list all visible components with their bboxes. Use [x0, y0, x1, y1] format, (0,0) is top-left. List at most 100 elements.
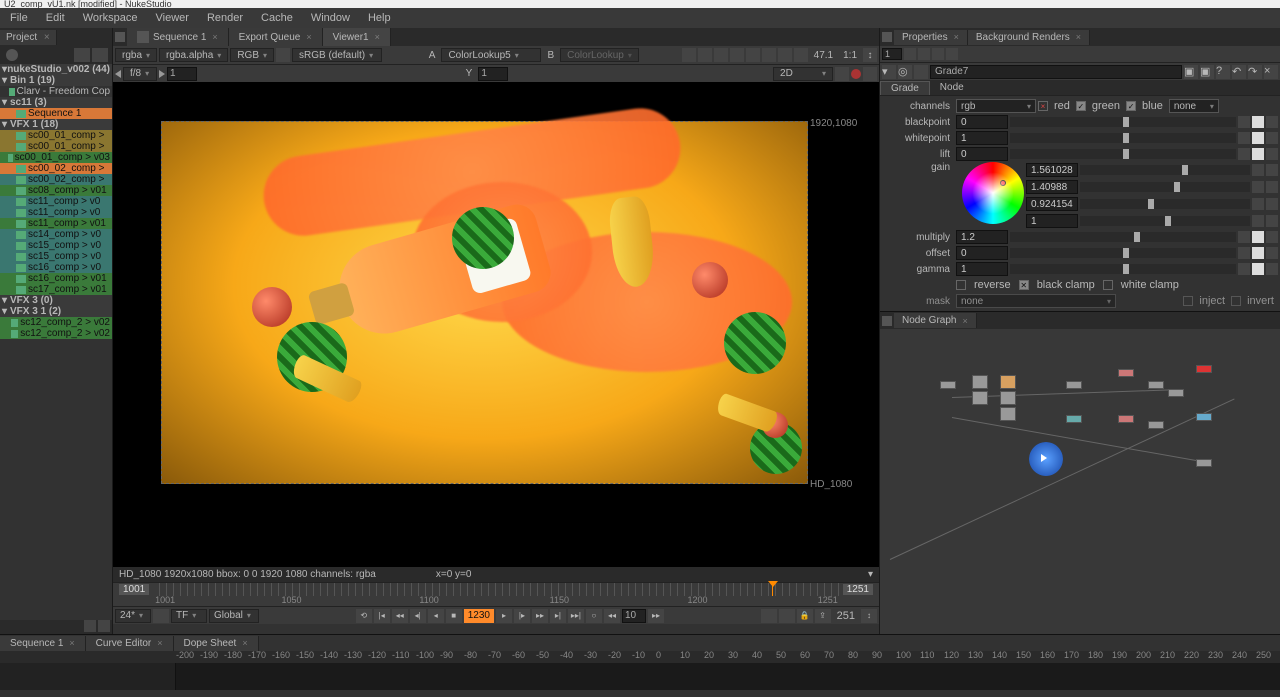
graph-node[interactable] — [1168, 389, 1184, 397]
out-frame[interactable]: 1251 — [843, 584, 873, 595]
tree-row[interactable]: sc00_02_comp > — [0, 174, 112, 185]
step-fwd-icon[interactable]: |▸ — [514, 609, 530, 623]
settings-icon[interactable] — [863, 67, 877, 81]
color-swatch[interactable] — [1252, 247, 1264, 259]
trash-icon[interactable] — [918, 48, 930, 60]
panel-menu-icon[interactable] — [113, 32, 127, 42]
tree-row[interactable]: ▾sc11 (3) — [0, 97, 112, 108]
tab-background-renders[interactable]: Background Renders × — [968, 30, 1090, 45]
anim-icon[interactable] — [1252, 164, 1264, 176]
reverse-check[interactable] — [956, 280, 966, 290]
tree-row[interactable]: sc11_comp > v0 — [0, 207, 112, 218]
expand-icon[interactable] — [1266, 247, 1278, 259]
close-icon[interactable]: × — [306, 32, 311, 42]
panel-count-input[interactable] — [882, 48, 902, 60]
gain-r-slider[interactable] — [1080, 165, 1250, 175]
buffer-a-dropdown[interactable]: ColorLookup5 — [441, 48, 541, 62]
tree-row[interactable]: ▾VFX 1 (18) — [0, 119, 112, 130]
graph-node[interactable] — [1066, 381, 1082, 389]
anim-icon[interactable] — [1238, 148, 1250, 160]
next-clip-icon[interactable] — [98, 620, 110, 632]
float-icon[interactable]: ▣ — [1184, 65, 1198, 79]
viewer-canvas[interactable]: 1920,1080 HD_1080 — [113, 82, 879, 567]
channel-dropdown[interactable]: RGB — [230, 48, 274, 62]
tree-row[interactable]: sc17_comp > v01 — [0, 284, 112, 295]
tab-dope-sheet[interactable]: Dope Sheet× — [174, 636, 259, 651]
menu-cache[interactable]: Cache — [253, 10, 301, 26]
graph-node[interactable] — [1118, 369, 1134, 377]
subtab-grade[interactable]: Grade — [880, 81, 930, 95]
refresh-icon[interactable] — [762, 48, 776, 62]
color-swatch[interactable] — [1252, 263, 1264, 275]
redo-icon[interactable]: ↷ — [1248, 65, 1262, 79]
tree-row[interactable]: sc12_comp_2 > v02 — [0, 317, 112, 328]
anim-icon[interactable] — [1252, 181, 1264, 193]
pick-icon[interactable] — [835, 67, 849, 81]
expand-icon[interactable] — [1266, 263, 1278, 275]
view-thumb-icon[interactable] — [74, 48, 90, 62]
expand-icon[interactable]: ↕ — [863, 48, 877, 62]
color-wheel-handle[interactable] — [1000, 180, 1006, 186]
timeline-ruler[interactable]: 1001 1251 — [113, 582, 879, 596]
stop-icon[interactable]: ■ — [446, 609, 462, 623]
tree-row[interactable]: ▾VFX 3 (0) — [0, 295, 112, 306]
menu-viewer[interactable]: Viewer — [148, 10, 197, 26]
tree-row[interactable]: Clarv - Freedom Cop — [0, 86, 112, 97]
ram-icon[interactable] — [794, 48, 808, 62]
expand-icon[interactable] — [1266, 215, 1278, 227]
gain-b-slider[interactable] — [1080, 199, 1250, 209]
gain-g-input[interactable] — [1026, 180, 1078, 194]
capture-icon[interactable] — [779, 609, 795, 623]
tree-row[interactable]: sc16_comp > v0 — [0, 262, 112, 273]
in-frame[interactable]: 1001 — [119, 584, 149, 595]
gamma-input[interactable] — [956, 262, 1008, 276]
red-x-icon[interactable] — [1038, 101, 1048, 111]
green-check[interactable]: ✓ — [1076, 101, 1086, 111]
collapse-icon[interactable]: ▾ — [882, 65, 896, 79]
whiteclamp-check[interactable] — [1103, 280, 1113, 290]
tree-row[interactable]: sc12_comp_2 > v02 — [0, 328, 112, 339]
layer-dropdown[interactable]: rgba — [115, 48, 157, 62]
playhead[interactable] — [772, 583, 773, 596]
close-node-icon[interactable]: × — [1264, 65, 1278, 79]
jog-icon[interactable]: ○ — [586, 609, 602, 623]
tree-row[interactable]: sc08_comp > v01 — [0, 185, 112, 196]
tree-row[interactable]: sc00_01_comp > — [0, 141, 112, 152]
tree-row[interactable]: Sequence 1 — [0, 108, 112, 119]
tc-toggle[interactable] — [153, 609, 169, 623]
graph-node[interactable] — [972, 391, 988, 405]
fstop-input[interactable] — [167, 67, 197, 81]
menu-workspace[interactable]: Workspace — [75, 10, 146, 26]
inject-check[interactable] — [1183, 296, 1193, 306]
inc-fwd-icon[interactable]: ▸▸ — [648, 609, 664, 623]
node-name-input[interactable] — [930, 65, 1182, 79]
close-icon[interactable]: × — [69, 638, 74, 648]
overlay-icon[interactable] — [698, 48, 712, 62]
proxy-icon[interactable] — [746, 48, 760, 62]
bottom-tracks[interactable] — [0, 663, 1280, 690]
center-icon[interactable]: ◎ — [898, 65, 912, 79]
next-icon[interactable] — [159, 70, 165, 78]
subtab-node[interactable]: Node — [930, 81, 974, 94]
fps-dropdown[interactable]: 24* — [115, 609, 151, 623]
expand-icon[interactable] — [1266, 148, 1278, 160]
expand-icon[interactable] — [1266, 198, 1278, 210]
extra-channel-dropdown[interactable]: none — [1169, 99, 1219, 113]
anim-icon[interactable] — [1238, 231, 1250, 243]
expand-icon[interactable] — [1266, 181, 1278, 193]
anim-icon[interactable] — [1252, 215, 1264, 227]
gain-r-input[interactable] — [1026, 163, 1078, 177]
menu-help[interactable]: Help — [360, 10, 399, 26]
tree-row[interactable]: sc00_01_comp > v03 — [0, 152, 112, 163]
record-icon[interactable] — [851, 69, 861, 79]
step-back-icon[interactable]: ◂| — [410, 609, 426, 623]
close-icon[interactable]: × — [375, 32, 380, 42]
multiply-input[interactable] — [956, 230, 1008, 244]
inc-back-icon[interactable]: ◂◂ — [604, 609, 620, 623]
tc-dropdown[interactable]: TF — [171, 609, 207, 623]
current-frame[interactable]: 1230 — [464, 609, 494, 623]
clip-warning-icon[interactable] — [276, 48, 290, 62]
close-icon[interactable]: × — [44, 32, 50, 43]
blackclamp-check[interactable]: ✕ — [1019, 280, 1029, 290]
next-key-icon[interactable]: ▸▸ — [532, 609, 548, 623]
